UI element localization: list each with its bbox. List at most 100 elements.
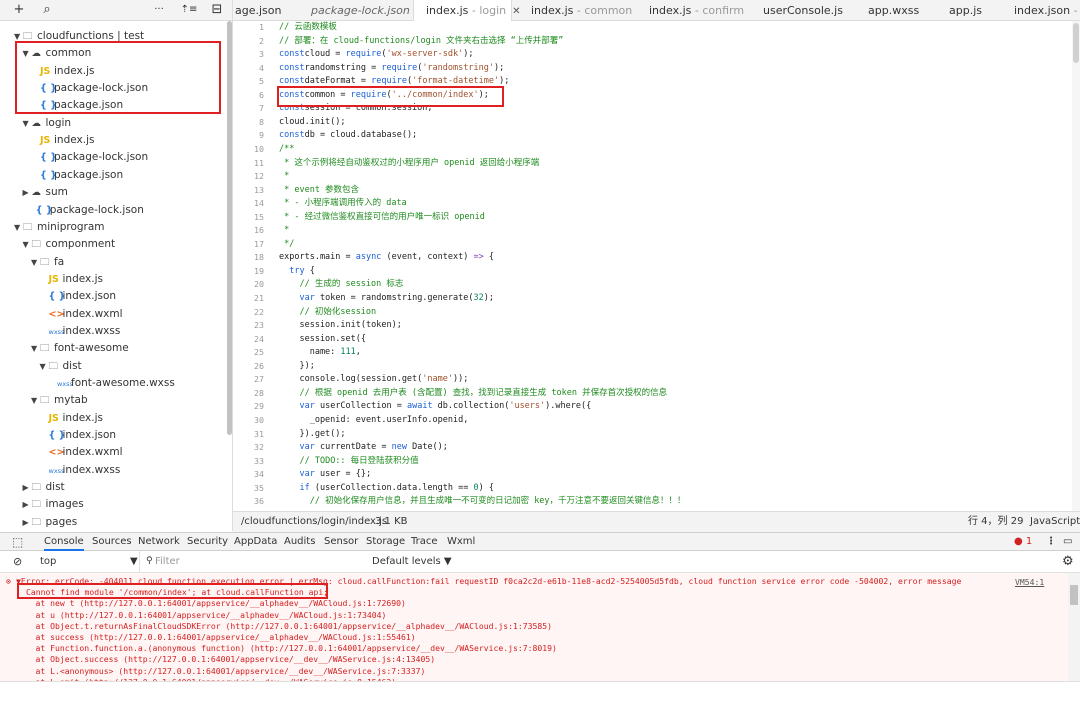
tree-item[interactable]: ▶ 🗀 pages <box>0 514 226 531</box>
tree-item[interactable]: { }index.json <box>0 288 226 305</box>
tree-item[interactable]: { }package-lock.json <box>0 149 226 166</box>
editor-scrollbar[interactable] <box>1072 21 1080 511</box>
tab-console[interactable]: Console <box>44 533 84 551</box>
code-line[interactable]: /** <box>279 143 294 157</box>
code-editor[interactable]: 1 2 3 4 5 6 7 8 9 10 11 12 13 14 15 16 17 18 19 20 21 22 23 24 2… <box>234 21 1080 511</box>
tree-item[interactable]: ▼ 🗀 dist <box>0 358 226 375</box>
chevron-right-icon[interactable]: ▶ <box>23 496 32 513</box>
tab-sources[interactable]: Sources <box>92 533 132 551</box>
tab-network[interactable]: Network <box>138 533 180 551</box>
code-line[interactable]: cloud.init(); <box>279 116 346 130</box>
more-icon[interactable]: ··· <box>150 1 168 19</box>
cursor-position[interactable]: 行 4，列 29 <box>968 512 1023 532</box>
message-source-link[interactable]: VM54:1 <box>1015 577 1044 588</box>
stack-trace-line[interactable]: at u (http://127.0.0.1:64001/appservice/… <box>16 610 386 621</box>
tree-item[interactable]: ▼ ☁ common <box>0 45 226 62</box>
tab-app-wxss[interactable]: app.wxss <box>866 0 919 21</box>
tab-close-icon[interactable]: ✕ <box>512 6 520 17</box>
console-scrollbar[interactable] <box>1068 573 1080 681</box>
tab-app-js[interactable]: app.js <box>947 0 982 21</box>
code-line[interactable]: constrandomstring = require('randomstrin… <box>279 62 504 76</box>
tree-item[interactable]: ▼ 🗀 font-awesome <box>0 340 226 357</box>
tree-item[interactable]: wxssindex.wxss <box>0 462 226 479</box>
code-line[interactable]: exports.main = async (event, context) =>… <box>279 251 494 265</box>
language-mode[interactable]: JavaScript <box>1030 512 1080 532</box>
stack-trace-line[interactable]: at Object.t.returnAsFinalCloudSDKError (… <box>16 621 552 632</box>
chevron-right-icon[interactable]: ▶ <box>23 514 32 531</box>
tab-trace[interactable]: Trace <box>411 533 438 551</box>
code-line[interactable]: constcloud = require('wx-server-sdk'); <box>279 48 474 62</box>
tree-item[interactable]: ▶ 🗀 images <box>0 496 226 513</box>
stack-trace-line[interactable]: at Object.success (http://127.0.0.1:6400… <box>16 654 435 665</box>
code-line[interactable]: session.set({ <box>279 333 366 347</box>
clear-console-icon[interactable]: ⊘ <box>13 551 22 572</box>
code-line[interactable]: var currentDate = new Date(); <box>279 441 447 455</box>
code-line[interactable]: var userCollection = await db.collection… <box>279 400 591 414</box>
code-line[interactable]: * - 经过微信鉴权直接可信的用户唯一标识 openid <box>279 211 485 225</box>
sort-icon[interactable]: ⇡≡ <box>180 1 198 19</box>
search-icon[interactable]: ⌕ <box>38 1 56 19</box>
tab-package-json[interactable]: age.json <box>233 0 281 21</box>
code-line[interactable]: * - 小程序端调用传入的 data <box>279 197 407 211</box>
tree-item[interactable]: <>index.wxml <box>0 444 226 461</box>
filter-input[interactable]: Filter <box>155 551 360 572</box>
code-line[interactable]: * <box>279 170 289 184</box>
tab-index-json[interactable]: index.json - co <box>1012 0 1080 21</box>
file-tree-scrollbar[interactable] <box>227 21 232 435</box>
tree-item[interactable]: <>index.wxml <box>0 306 226 323</box>
tree-item[interactable]: ▼ 🗀 fa <box>0 254 226 271</box>
tree-item[interactable]: JS index.js <box>0 63 226 80</box>
code-line[interactable]: _openid: event.userInfo.openid, <box>279 414 469 428</box>
tab-userconsole-js[interactable]: userConsole.js <box>761 0 843 21</box>
settings-icon[interactable]: ⚙ <box>1062 551 1074 572</box>
chevron-down-icon[interactable]: ▼ <box>31 392 40 409</box>
tab-index-js-confirm[interactable]: index.js - confirm <box>647 0 744 21</box>
code-line[interactable]: }).get(); <box>279 428 345 442</box>
chevron-down-icon[interactable]: ▼ <box>14 28 23 45</box>
code-line[interactable]: }); <box>279 360 314 374</box>
collapse-icon[interactable]: ⊟ <box>208 1 226 19</box>
code-line[interactable]: */ <box>279 238 294 252</box>
tree-item[interactable]: ▼ 🗀 mytab <box>0 392 226 409</box>
code-area[interactable]: // 云函数模板// 部署：在 cloud-functions/login 文件… <box>279 21 1069 511</box>
tree-item[interactable]: { }index.json <box>0 427 226 444</box>
add-icon[interactable]: + <box>10 1 28 19</box>
tree-item[interactable]: wxssindex.wxss <box>0 323 226 340</box>
tab-security[interactable]: Security <box>187 533 228 551</box>
code-line[interactable]: constcommon = require('../common/index')… <box>279 89 489 103</box>
tree-item[interactable]: JS index.js <box>0 410 226 427</box>
code-line[interactable]: if (userCollection.data.length == 0) { <box>279 482 494 496</box>
code-line[interactable]: // 云函数模板 <box>279 21 337 35</box>
code-line[interactable]: // TODO:: 每日登陆获积分值 <box>279 455 418 469</box>
tab-audits[interactable]: Audits <box>284 533 315 551</box>
chevron-down-icon[interactable]: ▼ <box>23 115 32 132</box>
chevron-down-icon[interactable]: ▼ <box>40 358 49 375</box>
code-line[interactable]: * <box>279 224 289 238</box>
log-levels-select[interactable]: Default levels ▼ <box>372 551 452 572</box>
code-line[interactable]: try { <box>279 265 315 279</box>
tree-item[interactable]: JS index.js <box>0 132 226 149</box>
chevron-right-icon[interactable]: ▶ <box>23 184 32 201</box>
more-options-icon[interactable]: ⋮ <box>1046 533 1056 551</box>
tree-item[interactable]: wxssfont-awesome.wxss <box>0 375 226 392</box>
tree-item[interactable]: { }package.json <box>0 167 226 184</box>
tree-item[interactable]: ▼ 🗀 cloudfunctions | test <box>0 28 226 45</box>
code-line[interactable]: * event 参数包含 <box>279 184 359 198</box>
code-line[interactable]: name: 111, <box>279 346 361 360</box>
error-count-badge[interactable]: ● 1 <box>1014 533 1032 551</box>
tree-item[interactable]: ▶ 🗀 dist <box>0 479 226 496</box>
tab-wxml[interactable]: Wxml <box>447 533 475 551</box>
tree-item[interactable]: { }package-lock.json <box>0 202 226 219</box>
tab-index-js-common[interactable]: index.js - common <box>529 0 632 21</box>
chevron-down-icon[interactable]: ▼ <box>31 254 40 271</box>
tree-item[interactable]: { }package-lock.json <box>0 80 226 97</box>
inspect-icon[interactable]: ⬚ <box>12 533 23 551</box>
code-line[interactable]: constdateFormat = require('format-dateti… <box>279 75 509 89</box>
code-line[interactable]: // 根据 openid 去用户表 (含配置) 查找，找到记录直接生成 toke… <box>279 387 667 401</box>
code-line[interactable]: // 生成的 session 标志 <box>279 278 403 292</box>
code-line[interactable]: session.init(token); <box>279 319 401 333</box>
stack-trace-line[interactable]: at new t (http://127.0.0.1:64001/appserv… <box>16 598 405 609</box>
chevron-right-icon[interactable]: ▶ <box>23 479 32 496</box>
tree-item[interactable]: ▼ 🗀 componment <box>0 236 226 253</box>
tree-item[interactable]: ▼ 🗀 miniprogram <box>0 219 226 236</box>
